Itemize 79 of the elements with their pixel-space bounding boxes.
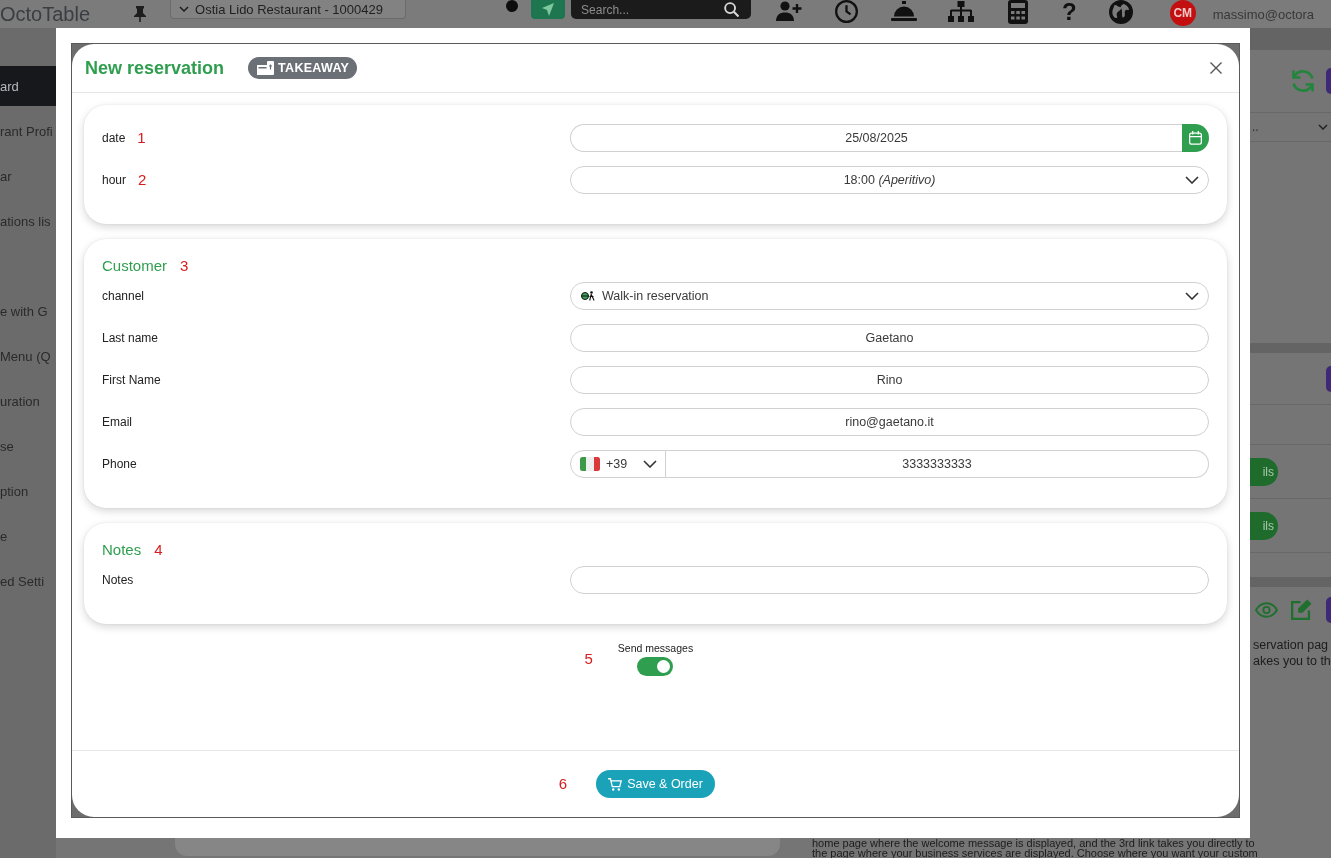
close-button[interactable]	[1210, 62, 1222, 74]
badge-label: TAKEAWAY	[278, 61, 350, 75]
input-field[interactable]: rino@gaetano.it	[570, 408, 1209, 436]
paragraph-line: home page where the welcome message is displayed, and the 3rd link takes you directly to	[812, 838, 1256, 848]
date-field[interactable]: 25/08/2025	[570, 124, 1182, 152]
calculator-icon[interactable]	[1008, 0, 1029, 24]
step-number: 1	[137, 129, 146, 147]
sidebar-item[interactable]: ed Setti	[0, 561, 56, 601]
field-label: Last name	[102, 331, 159, 345]
action-button[interactable]: ils	[1250, 511, 1278, 540]
avatar-icon	[1326, 68, 1331, 94]
logo: OctoTable	[0, 3, 91, 26]
sidebar-item[interactable]: e with G	[0, 291, 56, 331]
calendar-icon	[1189, 131, 1202, 145]
pin-icon[interactable]	[134, 6, 147, 22]
sidebar-item[interactable]: rant Profi	[0, 111, 56, 151]
avatar-icon	[1326, 365, 1331, 392]
chevron-down-icon	[1185, 292, 1199, 300]
input-field[interactable]: Gaetano	[570, 324, 1209, 352]
save-button[interactable]: Save & Order	[596, 770, 715, 798]
search-field[interactable]: Search...	[571, 0, 752, 19]
sidebar-item[interactable]: ption	[0, 471, 56, 511]
globe-icon[interactable]	[1108, 0, 1133, 24]
field-label: channel	[102, 289, 145, 303]
chevron-down-icon	[1318, 124, 1328, 130]
phone-field[interactable]: 3333333333	[666, 450, 1209, 478]
field-label: Phone	[102, 457, 137, 471]
field-label: date	[102, 131, 126, 145]
dialog-title: New reservation	[85, 57, 225, 79]
cart-icon	[608, 777, 623, 791]
flag-icon	[580, 457, 600, 471]
avatar-icon	[1326, 596, 1331, 623]
chevron-down-icon	[643, 460, 657, 468]
toggle-switch[interactable]	[637, 657, 674, 676]
user-email: massimo@octora	[1212, 7, 1315, 22]
restaurant-selector[interactable]: Ostia Lido Restaurant - 1000429	[170, 0, 407, 19]
calendar-button[interactable]	[1182, 124, 1209, 152]
chevron-down-icon	[1185, 176, 1199, 184]
sidebar-item[interactable]: e	[0, 516, 56, 556]
search-icon	[724, 2, 740, 17]
chevron-down-icon	[179, 6, 190, 12]
sitemap-icon[interactable]	[948, 1, 975, 22]
sidebar-item[interactable]: ations lis	[0, 201, 56, 241]
sidebar-item[interactable]: uration	[0, 381, 56, 421]
close-icon	[1210, 62, 1222, 74]
box-icon	[257, 61, 275, 75]
paragraph-line: servation pag	[1253, 637, 1330, 653]
navigation-icon	[542, 3, 555, 16]
step-number: 4	[154, 541, 163, 559]
field-label: hour	[102, 173, 127, 187]
input-field[interactable]: Rino	[570, 366, 1209, 394]
sidebar-item[interactable]: se	[0, 426, 56, 466]
country-code-select[interactable]: +39	[570, 450, 666, 478]
section-title: Notes	[102, 541, 142, 559]
status-dot-icon	[506, 0, 519, 12]
step-number: 6	[558, 775, 568, 793]
field-label: Notes	[102, 573, 134, 587]
walking-person-icon	[581, 291, 595, 301]
action-button[interactable]: ils	[1250, 457, 1278, 486]
input-field[interactable]	[570, 566, 1209, 594]
service-bell-icon[interactable]	[891, 1, 918, 21]
map-button[interactable]	[531, 0, 566, 19]
sidebar-item[interactable]: ar	[0, 156, 56, 196]
step-number: 2	[138, 171, 147, 189]
dropdown-field[interactable]: 18:00 (Aperitivo)	[570, 166, 1209, 194]
dropdown-field[interactable]: Walk-in reservation	[570, 282, 1209, 310]
toggle-label: Send messages	[617, 642, 694, 654]
clock-icon[interactable]	[835, 0, 859, 23]
sidebar-item[interactable]: ard	[0, 66, 56, 106]
field-label: First Name	[102, 373, 161, 387]
step-number: 5	[584, 650, 593, 668]
sidebar-item[interactable]: Menu (Q	[0, 336, 56, 376]
section-title: Customer	[102, 257, 168, 275]
add-user-icon[interactable]	[776, 1, 803, 21]
paragraph-line: akes you to th	[1253, 653, 1331, 669]
step-number: 3	[180, 257, 189, 275]
user-avatar[interactable]: CM	[1169, 0, 1196, 26]
field-label: Email	[102, 415, 132, 429]
help-button[interactable]: ?	[1062, 0, 1077, 24]
